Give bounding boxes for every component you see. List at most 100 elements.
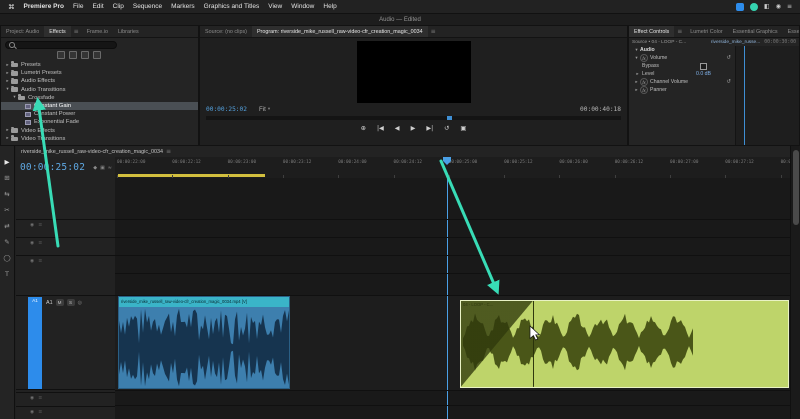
- ec-keyframe-lane[interactable]: [735, 46, 799, 145]
- effects-bin-lumetri-presets[interactable]: ▸Lumetri Presets: [1, 69, 198, 77]
- zoom-level-select[interactable]: Fit ▾: [259, 106, 270, 113]
- track-toggle-icon[interactable]: ◉: [30, 241, 34, 246]
- track-toggle-icon[interactable]: ≡: [38, 241, 42, 246]
- panel-menu-icon[interactable]: ≡: [674, 28, 685, 35]
- app-badge-icon[interactable]: [736, 3, 744, 11]
- voiceover-waveform[interactable]: [119, 307, 289, 388]
- play-button[interactable]: ▶: [411, 125, 416, 132]
- linked-selection-icon[interactable]: ≈: [108, 165, 112, 171]
- disclosure-icon[interactable]: ▸: [4, 136, 11, 141]
- track-select-tool[interactable]: ⊞: [4, 174, 9, 182]
- tab-lumetri-color[interactable]: Lumetri Color: [685, 26, 727, 37]
- type-tool[interactable]: T: [5, 270, 9, 278]
- mute-button[interactable]: M: [56, 299, 64, 306]
- menu-item-sequence[interactable]: Sequence: [133, 3, 162, 10]
- go-to-out-button[interactable]: ▶|: [426, 125, 433, 132]
- scrubber-playhead[interactable]: [447, 116, 452, 120]
- razor-tool[interactable]: ✂: [4, 206, 9, 214]
- voiceover-record-icon[interactable]: ◎: [78, 300, 82, 306]
- menu-item-file[interactable]: File: [73, 3, 83, 10]
- reset-parameter-icon[interactable]: ↺: [726, 79, 731, 85]
- track-toggle-icon[interactable]: ≡: [38, 396, 42, 401]
- disclosure-icon[interactable]: ▸: [633, 80, 640, 85]
- go-to-in-button[interactable]: |◀: [377, 125, 384, 132]
- tab-project-audio[interactable]: Project: Audio: [1, 26, 44, 37]
- apple-menu-icon[interactable]: ⌘: [8, 3, 15, 11]
- effects-bin-presets[interactable]: ▸Presets: [1, 61, 198, 69]
- timeline-tracks-area[interactable]: riverside_mike_russell_raw-video-cfr_cre…: [115, 178, 791, 419]
- ec-effect-label[interactable]: Channel Volume: [650, 79, 688, 85]
- disclosure-icon[interactable]: ▸: [4, 128, 11, 133]
- hand-tool[interactable]: ◯: [3, 254, 10, 262]
- display-settings-icon[interactable]: ◧: [764, 3, 770, 10]
- tab-essential-graphics[interactable]: Essential Graphics: [728, 26, 783, 37]
- timeline-timecode[interactable]: 00:00:25:02: [20, 162, 85, 173]
- track-toggle-icon[interactable]: ≡: [38, 259, 42, 264]
- control-center-icon[interactable]: ◉: [776, 3, 781, 10]
- clip-music[interactable]: 04 - LOOP - C...: [460, 300, 789, 388]
- menu-item-window[interactable]: Window: [291, 3, 314, 10]
- disclosure-icon[interactable]: ▸: [633, 88, 640, 93]
- disclosure-icon[interactable]: ▸: [4, 71, 11, 76]
- snap-icon[interactable]: ▣: [100, 165, 105, 171]
- program-timecode[interactable]: 00:00:25:02: [206, 106, 247, 113]
- effect-item-exponential-fade[interactable]: Exponential Fade: [1, 118, 198, 126]
- track-header-v2[interactable]: ◉≡: [16, 237, 115, 255]
- menu-item-edit[interactable]: Edit: [92, 3, 103, 10]
- scrollbar-thumb[interactable]: [793, 150, 799, 225]
- selection-tool[interactable]: ▶: [5, 158, 10, 166]
- effects-bin-audio-effects[interactable]: ▸Audio Effects: [1, 77, 198, 85]
- playhead[interactable]: [447, 178, 448, 419]
- track-toggle-icon[interactable]: ◉: [30, 223, 34, 228]
- disclosure-icon[interactable]: ▸: [4, 79, 11, 84]
- recording-indicator-icon[interactable]: [750, 3, 758, 11]
- ec-playhead[interactable]: [744, 46, 745, 145]
- program-scrubber[interactable]: [206, 116, 621, 120]
- effects-bin-crossfade[interactable]: ▾Crossfade: [1, 94, 198, 102]
- effects-search-input[interactable]: [5, 41, 117, 49]
- track-toggle-icon[interactable]: ◉: [30, 396, 34, 401]
- tab-libraries[interactable]: Libraries: [113, 26, 144, 37]
- effect-filter-icon[interactable]: [81, 51, 89, 59]
- solo-button[interactable]: S: [67, 299, 75, 306]
- menu-item-help[interactable]: Help: [323, 3, 336, 10]
- disclosure-icon[interactable]: ▾: [633, 56, 640, 61]
- ec-effect-label[interactable]: Panner: [650, 87, 667, 93]
- disclosure-icon[interactable]: ▸: [633, 72, 642, 77]
- ripple-edit-tool[interactable]: ⇆: [4, 190, 9, 198]
- effect-item-constant-power[interactable]: Constant Power: [1, 110, 198, 118]
- menu-app-name[interactable]: Premiere Pro: [24, 3, 64, 10]
- ec-effect-label[interactable]: Volume: [650, 55, 667, 61]
- effect-filter-icon[interactable]: [57, 51, 65, 59]
- track-header-v3[interactable]: ◉≡: [16, 219, 115, 237]
- loop-button[interactable]: ↺: [444, 125, 449, 132]
- track-toggle-icon[interactable]: ◉: [30, 259, 34, 264]
- clip-title-bar[interactable]: riverside_mike_russell_raw-video-cfr_cre…: [119, 297, 289, 307]
- menu-item-graphics-and-titles[interactable]: Graphics and Titles: [204, 3, 260, 10]
- disclosure-icon[interactable]: ▸: [4, 63, 11, 68]
- disclosure-icon[interactable]: ▾: [4, 87, 11, 92]
- disclosure-icon[interactable]: ▾: [11, 95, 18, 100]
- timeline-vertical-scrollbar[interactable]: [790, 146, 800, 419]
- panel-menu-icon[interactable]: ≡: [428, 28, 439, 35]
- disclosure-icon[interactable]: ▾: [633, 48, 640, 53]
- tab-source-no-clips[interactable]: Source: (no clips): [200, 26, 252, 37]
- crossfade-transition[interactable]: [461, 301, 534, 387]
- tab-effects[interactable]: Effects: [44, 26, 70, 37]
- tab-program-riverside-mike-russell-raw-video-cfr-creation-magic-0034[interactable]: Program: riverside_mike_russell_raw-vide…: [252, 26, 428, 37]
- menu-item-markers[interactable]: Markers: [171, 3, 194, 10]
- menubar-extra-icon[interactable]: ≡: [787, 3, 792, 10]
- reset-parameter-icon[interactable]: ↺: [726, 55, 731, 61]
- track-header-v1[interactable]: ◉≡: [16, 255, 115, 273]
- effect-filter-icon[interactable]: [69, 51, 77, 59]
- tab-essential-sound[interactable]: Essential Sound: [783, 26, 799, 37]
- effects-bin-video-effects[interactable]: ▸Video Effects: [1, 127, 198, 135]
- effects-bin-audio-transitions[interactable]: ▾Audio Transitions: [1, 86, 198, 94]
- source-patch-a1[interactable]: A1: [28, 297, 42, 389]
- track-header-a3[interactable]: ◉≡: [16, 406, 115, 419]
- export-frame-button[interactable]: ▣: [460, 125, 466, 132]
- clip-voiceover[interactable]: riverside_mike_russell_raw-video-cfr_cre…: [118, 296, 290, 389]
- bypass-checkbox[interactable]: [700, 63, 707, 70]
- timeline-tab[interactable]: riverside_mike_russell_raw-video-cfr_cre…: [21, 149, 163, 155]
- slip-tool[interactable]: ⇄: [4, 222, 9, 230]
